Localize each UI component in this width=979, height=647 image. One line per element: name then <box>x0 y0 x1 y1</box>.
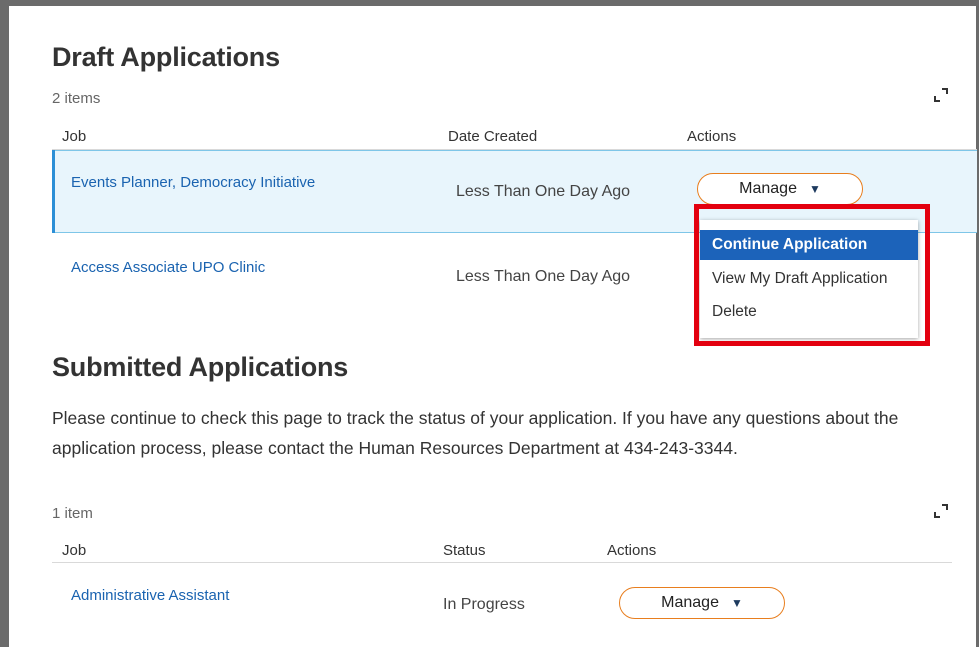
manage-button-label: Manage <box>739 180 797 197</box>
caret-down-icon: ▼ <box>808 182 821 196</box>
col-header-job: Job <box>62 542 87 559</box>
header-divider <box>52 562 952 563</box>
caret-down-icon: ▼ <box>730 596 743 610</box>
draft-item-count: 2 items <box>52 90 101 107</box>
menu-item-view-draft-application[interactable]: View My Draft Application <box>700 264 918 294</box>
manage-button[interactable]: Manage ▼ <box>619 587 785 619</box>
expand-icon[interactable] <box>933 503 949 519</box>
manage-dropdown-menu: Continue Application View My Draft Appli… <box>700 220 918 338</box>
manage-button[interactable]: Manage ▼ <box>697 173 863 205</box>
date-created-cell: Less Than One Day Ago <box>456 268 631 285</box>
draft-applications-title: Draft Applications <box>52 42 280 72</box>
status-cell: In Progress <box>443 596 525 613</box>
col-header-date-created: Date Created <box>448 128 538 145</box>
submitted-item-count: 1 item <box>52 505 93 522</box>
job-link[interactable]: Access Associate UPO Clinic <box>71 259 265 276</box>
col-header-job: Job <box>62 128 87 145</box>
col-header-actions: Actions <box>687 128 737 145</box>
submitted-applications-title: Submitted Applications <box>52 352 349 382</box>
col-header-actions: Actions <box>607 542 657 559</box>
col-header-status: Status <box>443 542 486 559</box>
job-link[interactable]: Events Planner, Democracy Initiative <box>71 174 315 191</box>
expand-icon[interactable] <box>933 87 949 103</box>
menu-item-continue-application[interactable]: Continue Application <box>700 230 918 260</box>
manage-button-label: Manage <box>661 594 719 611</box>
job-link[interactable]: Administrative Assistant <box>71 587 229 604</box>
submitted-description: Please continue to check this page to tr… <box>52 408 899 458</box>
menu-item-delete[interactable]: Delete <box>700 297 918 327</box>
date-created-cell: Less Than One Day Ago <box>456 183 631 200</box>
